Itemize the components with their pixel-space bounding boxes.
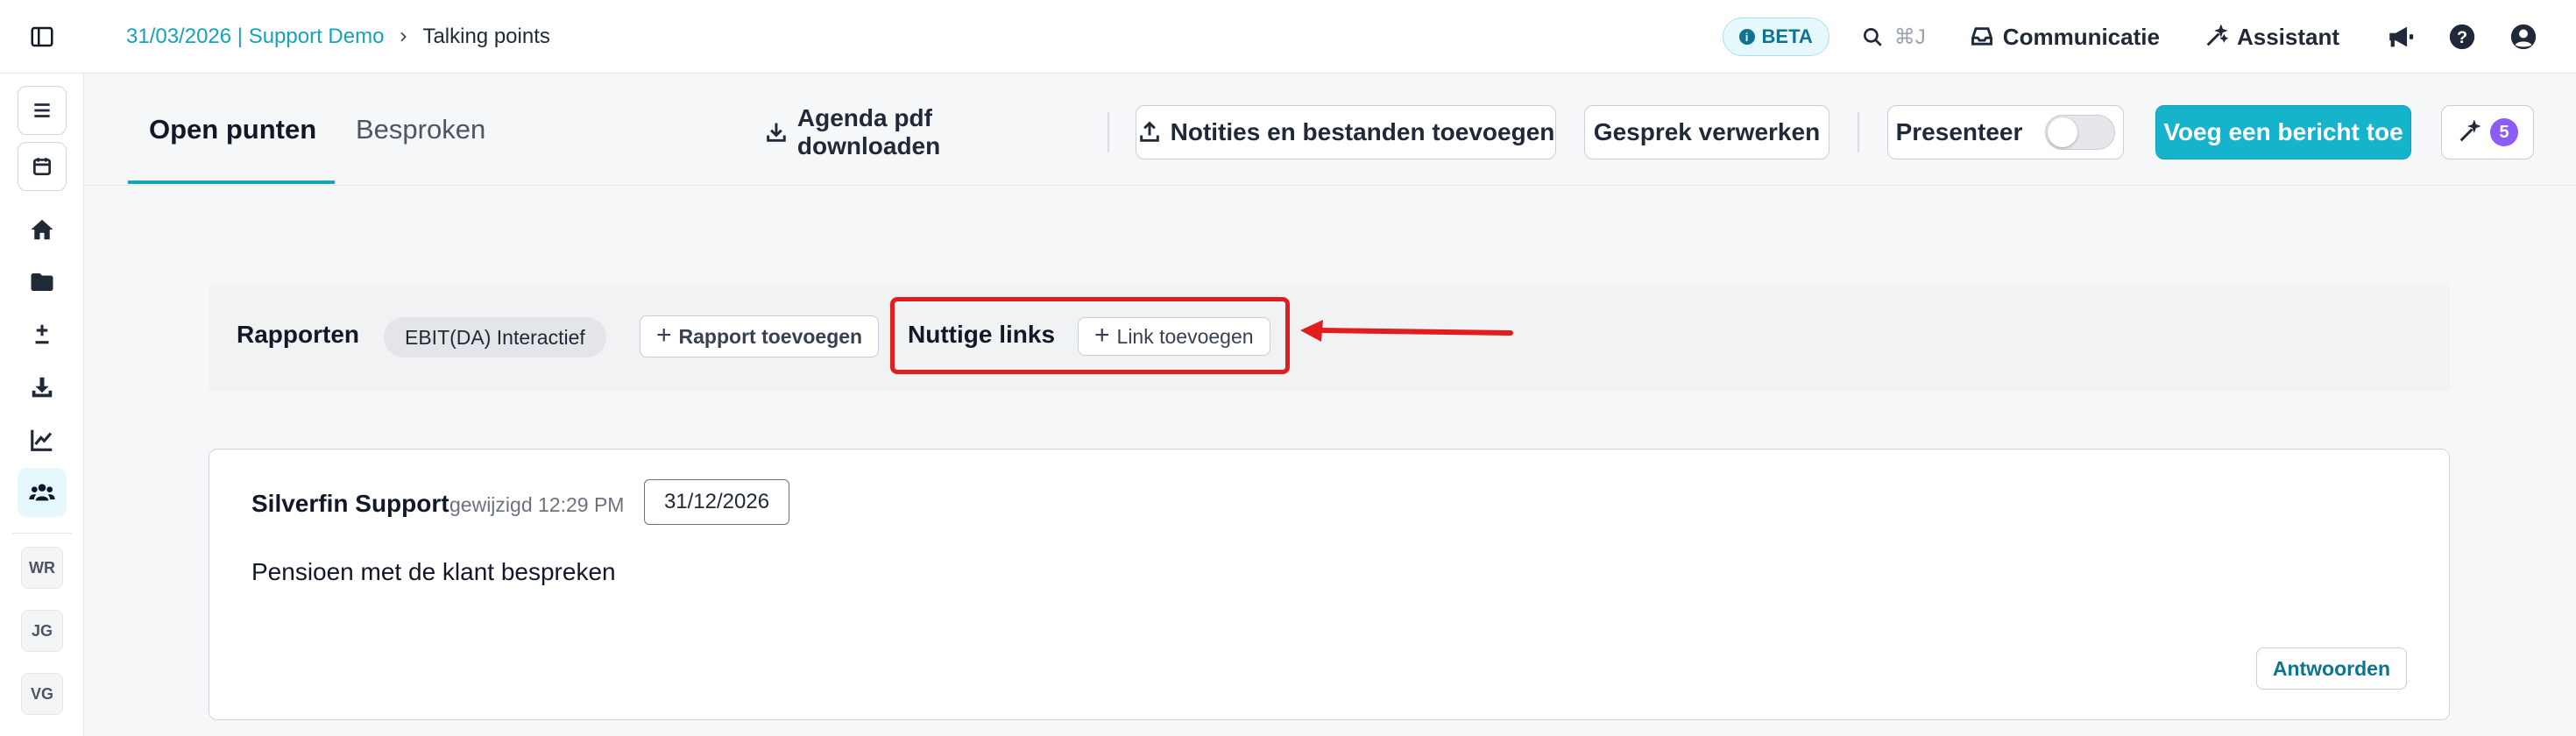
add-report-label: Rapport toevoegen: [678, 324, 863, 348]
arrow-annotation-icon: [1300, 320, 1513, 342]
sidebar-home-button[interactable]: [18, 205, 67, 254]
beta-badge[interactable]: i BETA: [1722, 18, 1829, 56]
process-meeting-button[interactable]: Gesprek verwerken: [1584, 105, 1829, 159]
present-label: Presenteer: [1895, 118, 2023, 145]
download-agenda-button[interactable]: Agenda pdf downloaden: [764, 104, 1081, 159]
search-shortcut-button[interactable]: ⌘J: [1861, 25, 1926, 50]
communication-button[interactable]: Communicatie: [1970, 24, 2160, 51]
reports-label: Rapporten: [237, 321, 359, 348]
magic-wand-icon: [2459, 120, 2481, 142]
download-icon: [32, 377, 53, 398]
help-icon[interactable]: ?: [2445, 19, 2480, 54]
breadcrumb-parent-link[interactable]: 31/03/2026 | Support Demo: [126, 25, 384, 49]
search-icon: [1863, 27, 1882, 46]
top-bar: 31/03/2026 | Support Demo Talking points…: [0, 0, 2576, 74]
header-actions: i BETA ⌘J Communicatie Assistant ?: [1722, 18, 2541, 56]
toolbar-separator: [1858, 112, 1859, 152]
add-notes-files-button[interactable]: Notities en bestanden toevoegen: [1136, 105, 1556, 159]
users-icon: [29, 484, 55, 501]
calendar-icon: [32, 158, 52, 176]
breadcrumb: 31/03/2026 | Support Demo Talking points: [126, 21, 550, 53]
chevron-right-icon: [396, 30, 410, 44]
inbox-icon: [1971, 27, 1992, 46]
main-content: Open punten Besproken Agenda pdf downloa…: [84, 74, 2576, 736]
highlight-annotation-box: [890, 297, 1290, 374]
present-toggle-button[interactable]: Presenteer: [1887, 105, 2124, 159]
reply-button[interactable]: Antwoorden: [2255, 648, 2407, 690]
home-icon: [31, 219, 53, 240]
plus-minus-icon: [35, 324, 49, 344]
megaphone-icon[interactable]: [2383, 19, 2418, 54]
sidebar-calendar-button[interactable]: [18, 142, 67, 191]
sidebar-toggle-icon[interactable]: [26, 21, 58, 53]
tab-open-points[interactable]: Open punten: [149, 114, 316, 145]
avatar[interactable]: VG: [21, 673, 63, 715]
comment-author: Silverfin Support: [251, 490, 449, 517]
user-avatar-icon[interactable]: [2506, 19, 2541, 54]
assistant-button[interactable]: Assistant: [2204, 24, 2339, 51]
sidebar-chart-button[interactable]: [18, 415, 67, 464]
magic-wand-icon: [2206, 25, 2228, 46]
plus-icon: +: [656, 320, 672, 350]
sidebar-meetings-button[interactable]: [18, 468, 67, 517]
info-icon: i: [1738, 29, 1755, 45]
beta-label: BETA: [1761, 25, 1813, 47]
process-meeting-label: Gesprek verwerken: [1593, 118, 1821, 145]
menu-icon: [34, 103, 50, 117]
download-icon: [767, 123, 786, 142]
toolbar-separator: [1108, 112, 1109, 152]
due-date-field[interactable]: 31/12/2026: [644, 479, 789, 525]
folder-icon: [31, 273, 53, 291]
talking-point-card: Silverfin Support gewijzigd 12:29 PM 31/…: [209, 449, 2450, 720]
avatar[interactable]: JG: [21, 610, 63, 652]
sidebar-download-button[interactable]: [18, 363, 67, 412]
line-chart-icon: [31, 429, 53, 451]
avatar[interactable]: WR: [21, 547, 63, 589]
svg-text:?: ?: [2457, 28, 2467, 47]
add-message-button[interactable]: Voeg een bericht toe: [2155, 105, 2411, 159]
shortcut-label: ⌘J: [1893, 25, 1926, 49]
assistant-label: Assistant: [2236, 23, 2339, 50]
tab-discussed[interactable]: Besproken: [356, 114, 485, 145]
communication-label: Communicatie: [2002, 23, 2160, 50]
sidebar-plus-minus-button[interactable]: [18, 310, 67, 359]
sidebar-menu-button[interactable]: [18, 86, 67, 135]
add-report-button[interactable]: + Rapport toevoegen: [640, 315, 880, 357]
comment-edited-time: gewijzigd 12:29 PM: [449, 493, 625, 516]
upload-icon: [1139, 121, 1159, 142]
sidebar-folder-button[interactable]: [18, 258, 67, 307]
present-toggle[interactable]: [2045, 115, 2116, 150]
add-notes-files-label: Notities en bestanden toevoegen: [1170, 118, 1555, 145]
download-agenda-label: Agenda pdf downloaden: [796, 104, 941, 159]
tab-bar: Open punten Besproken Agenda pdf downloa…: [84, 74, 2576, 186]
sidebar-divider: [12, 533, 72, 534]
comment-text: Pensioen met de klant bespreken: [251, 558, 616, 585]
add-message-label: Voeg een bericht toe: [2163, 118, 2403, 145]
active-tab-indicator: [128, 180, 335, 184]
ai-suggestions-button[interactable]: 5: [2441, 105, 2534, 159]
toggle-knob: [2048, 117, 2078, 147]
left-sidebar: WR JG VG: [0, 74, 84, 736]
report-chip[interactable]: EBIT(DA) Interactief: [384, 317, 606, 357]
ai-count-badge: 5: [2490, 118, 2518, 146]
breadcrumb-current: Talking points: [422, 25, 550, 48]
